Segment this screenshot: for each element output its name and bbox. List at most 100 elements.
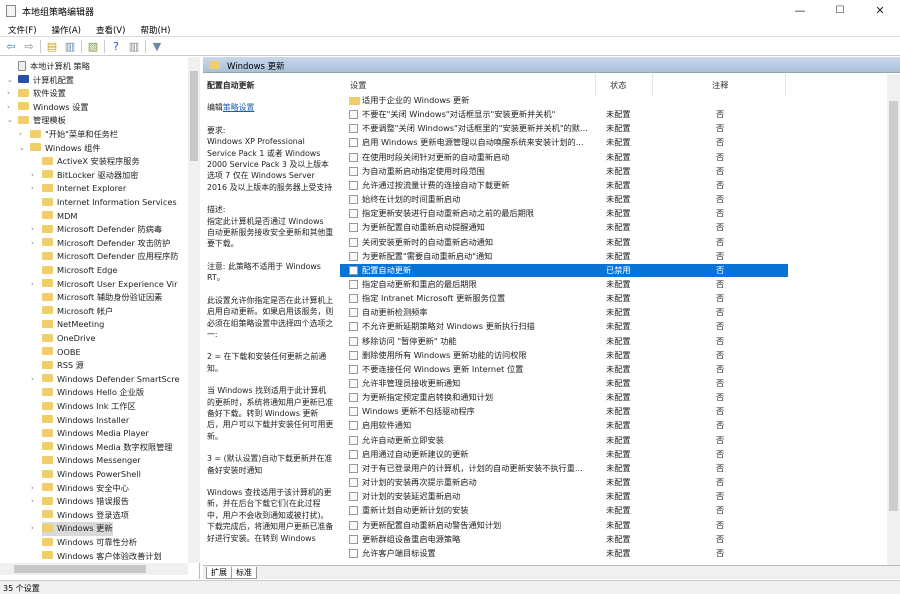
list-vertical-scrollbar[interactable] bbox=[887, 74, 900, 565]
edit-policy-link[interactable]: 策略设置 bbox=[223, 103, 255, 112]
list-item[interactable]: 关闭安装更新时的自动重新启动通知 未配置 否 bbox=[340, 236, 788, 249]
tree-item[interactable]: NetMeeting bbox=[42, 318, 104, 332]
tree-item[interactable]: ⌄ 管理模板 bbox=[7, 114, 66, 128]
chevron-right-icon[interactable]: › bbox=[19, 128, 27, 142]
tree-horizontal-scrollbar[interactable] bbox=[0, 563, 188, 575]
tree-item[interactable]: ActiveX 安装程序服务 bbox=[42, 155, 140, 169]
column-header-comment[interactable]: 注释 bbox=[712, 79, 728, 91]
list-item[interactable]: 不要连接任何 Windows 更新 Internet 位置 未配置 否 bbox=[340, 363, 788, 376]
tree-item[interactable]: Windows Media 数字权限管理 bbox=[42, 441, 172, 455]
tree-item[interactable]: › Windows 更新 bbox=[31, 522, 113, 536]
chevron-right-icon[interactable]: › bbox=[7, 101, 15, 115]
tree-item[interactable]: › Windows 错误报告 bbox=[31, 495, 129, 509]
back-icon[interactable]: ⇦ bbox=[4, 40, 18, 53]
tree-item[interactable]: ⌄ Windows 组件 bbox=[19, 142, 101, 156]
list-item[interactable]: 自动更新检测频率 未配置 否 bbox=[340, 306, 788, 319]
scrollbar-thumb[interactable] bbox=[889, 101, 898, 511]
list-item[interactable]: 启用软件通知 未配置 否 bbox=[340, 419, 788, 432]
tree-item[interactable]: › Internet Explorer bbox=[31, 182, 126, 196]
tree-vertical-scrollbar[interactable] bbox=[188, 57, 200, 563]
chevron-down-icon[interactable]: ⌄ bbox=[19, 142, 27, 156]
chevron-right-icon[interactable]: › bbox=[31, 237, 39, 251]
list-item[interactable]: 删除使用所有 Windows 更新功能的访问权限 未配置 否 bbox=[340, 349, 788, 362]
scrollbar-thumb[interactable] bbox=[14, 565, 146, 573]
menu-view[interactable]: 查看(V) bbox=[88, 22, 132, 36]
list-item[interactable]: 允许自动更新立即安装 未配置 否 bbox=[340, 434, 788, 447]
tree-item[interactable]: › Microsoft Defender 攻击防护 bbox=[31, 237, 170, 251]
list-item[interactable]: 为更新指定预定重启转换和通知计划 未配置 否 bbox=[340, 391, 788, 404]
tree-item[interactable]: OOBE bbox=[42, 346, 81, 360]
chevron-right-icon[interactable]: › bbox=[7, 87, 15, 101]
chevron-right-icon[interactable]: › bbox=[31, 223, 39, 237]
scrollbar-thumb[interactable] bbox=[190, 71, 198, 161]
chevron-down-icon[interactable]: ⌄ bbox=[7, 114, 15, 128]
tree-item[interactable]: Windows PowerShell bbox=[42, 468, 141, 482]
menu-help[interactable]: 帮助(H) bbox=[132, 22, 177, 36]
forward-icon[interactable]: ⇨ bbox=[22, 40, 36, 53]
chevron-down-icon[interactable]: ⌄ bbox=[7, 74, 15, 88]
list-item[interactable]: 始终在计划的时间重新启动 未配置 否 bbox=[340, 193, 788, 206]
show-hide-tree-icon[interactable]: ▥ bbox=[63, 40, 77, 53]
list-item[interactable]: 启用通过自动更新建议的更新 未配置 否 bbox=[340, 448, 788, 461]
list-item[interactable]: 允许通过按流量计费的连接自动下载更新 未配置 否 bbox=[340, 179, 788, 192]
tab-standard[interactable]: 标准 bbox=[231, 567, 257, 579]
tree-item[interactable]: Windows Hello 企业版 bbox=[42, 386, 144, 400]
tree-item[interactable]: Microsoft Defender 应用程序防 bbox=[42, 250, 178, 264]
chevron-right-icon[interactable]: › bbox=[31, 482, 39, 496]
tree-item[interactable]: Windows Installer bbox=[42, 414, 129, 428]
filter-icon[interactable]: ▼ bbox=[150, 40, 164, 53]
tree-item[interactable]: OneDrive bbox=[42, 332, 96, 346]
tree-item[interactable]: › Microsoft Defender 防病毒 bbox=[31, 223, 162, 237]
list-item[interactable]: 配置自动更新 已禁用 否 bbox=[340, 263, 788, 277]
list-item[interactable]: 对于有已登录用户的计算机，计划的自动更新安装不执行重... 未配置 否 bbox=[340, 462, 788, 475]
chevron-right-icon[interactable]: › bbox=[31, 182, 39, 196]
list-item[interactable]: 为更新配置自动重新启动警告通知计划 未配置 否 bbox=[340, 519, 788, 532]
export-list-icon[interactable]: ▧ bbox=[86, 40, 100, 53]
menu-file[interactable]: 文件(F) bbox=[0, 22, 44, 36]
list-item[interactable]: 为更新配置自动重新启动提醒通知 未配置 否 bbox=[340, 221, 788, 234]
tree-item[interactable]: 本地计算机 策略 bbox=[18, 60, 90, 74]
tree-item[interactable]: › "开始"菜单和任务栏 bbox=[19, 128, 118, 142]
list-item[interactable]: 不允许更新延期策略对 Windows 更新执行扫描 未配置 否 bbox=[340, 320, 788, 333]
list-item[interactable]: 允许客户端目标设置 未配置 否 bbox=[340, 547, 788, 560]
tree-item[interactable]: › BitLocker 驱动器加密 bbox=[31, 169, 138, 183]
list-item-folder[interactable]: 适用于企业的 Windows 更新 bbox=[340, 94, 788, 107]
tree-item[interactable]: Windows 登录选项 bbox=[42, 509, 129, 523]
list-item[interactable]: 指定 Intranet Microsoft 更新服务位置 未配置 否 bbox=[340, 292, 788, 305]
help-icon[interactable]: ? bbox=[109, 40, 123, 53]
list-item[interactable]: 不要在"关闭 Windows"对话框显示"安装更新并关机" 未配置 否 bbox=[340, 108, 788, 121]
list-item[interactable]: 移除访问 "暂停更新" 功能 未配置 否 bbox=[340, 335, 788, 348]
tree-item[interactable]: Windows 可靠性分析 bbox=[42, 536, 137, 550]
tree-item[interactable]: Windows Messenger bbox=[42, 454, 141, 468]
list-item[interactable]: 为自动重新启动指定使用时段范围 未配置 否 bbox=[340, 165, 788, 178]
list-item[interactable]: 允许非管理员接收更新通知 未配置 否 bbox=[340, 377, 788, 390]
list-item[interactable]: 指定自动更新和重启的最后期限 未配置 否 bbox=[340, 278, 788, 291]
tree-item[interactable]: MDM bbox=[42, 210, 77, 224]
minimize-button[interactable]: — bbox=[780, 0, 820, 22]
tree-item[interactable]: Windows Media Player bbox=[42, 427, 149, 441]
list-item[interactable]: 为更新配置"需要自动重新启动"通知 未配置 否 bbox=[340, 250, 788, 263]
close-button[interactable]: ✕ bbox=[860, 0, 900, 22]
tree-item[interactable]: Internet Information Services bbox=[42, 196, 177, 210]
tree-item[interactable]: ⌄ 计算机配置 bbox=[7, 74, 74, 88]
list-item[interactable]: 指定更新安装进行自动重新启动之前的最后期限 未配置 否 bbox=[340, 207, 788, 220]
tree-item[interactable]: › 软件设置 bbox=[7, 87, 66, 101]
tree-item[interactable]: RSS 源 bbox=[42, 359, 84, 373]
tree-item[interactable]: › Windows 安全中心 bbox=[31, 482, 129, 496]
column-header-setting[interactable]: 设置 bbox=[350, 79, 366, 91]
list-item[interactable]: 重新计划自动更新计划的安装 未配置 否 bbox=[340, 504, 788, 517]
chevron-right-icon[interactable]: › bbox=[31, 278, 39, 292]
tree-item[interactable]: Microsoft 帐户 bbox=[42, 305, 113, 319]
tree-item[interactable]: Windows 客户体验改善计划 bbox=[42, 550, 162, 564]
list-item[interactable]: 在使用时段关闭针对更新的自动重新启动 未配置 否 bbox=[340, 151, 788, 164]
tree-item[interactable]: Microsoft 辅助身份验证因素 bbox=[42, 291, 162, 305]
tree-item[interactable]: › Microsoft User Experience Vir bbox=[31, 278, 177, 292]
chevron-right-icon[interactable]: › bbox=[31, 495, 39, 509]
list-item[interactable]: 不要调整"关闭 Windows"对话框里的"安装更新并关机"的默... 未配置 否 bbox=[340, 122, 788, 135]
tree-item[interactable]: › Windows 设置 bbox=[7, 101, 89, 115]
list-item[interactable]: 对计划的安装再次提示重新启动 未配置 否 bbox=[340, 476, 788, 489]
chevron-right-icon[interactable]: › bbox=[31, 169, 39, 183]
tree-item[interactable]: › Windows Defender SmartScre bbox=[31, 373, 180, 387]
list-item[interactable]: 启用 Windows 更新电源管理以自动唤醒系统来安装计划的... 未配置 否 bbox=[340, 136, 788, 149]
list-item[interactable]: 对计划的安装延迟重新启动 未配置 否 bbox=[340, 490, 788, 503]
